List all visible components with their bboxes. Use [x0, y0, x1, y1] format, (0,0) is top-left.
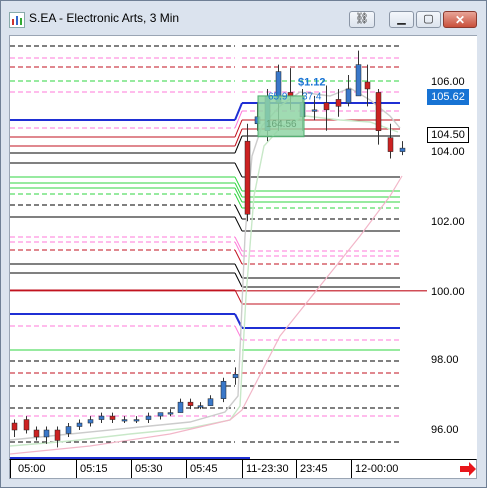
time-label: 11-23:30 — [246, 463, 289, 475]
link-button[interactable]: ⛓ — [349, 11, 375, 28]
candle-up — [399, 147, 406, 152]
candle-up — [121, 419, 128, 422]
candle-up — [220, 381, 227, 399]
candle-up — [98, 415, 105, 420]
candle-up — [76, 422, 83, 427]
candle-up — [355, 64, 362, 97]
time-separator — [10, 460, 11, 478]
candle-down — [287, 92, 294, 97]
candle-up — [345, 88, 352, 104]
candle-down — [375, 92, 382, 131]
price-level-connector — [234, 249, 243, 265]
close-icon: ✕ — [454, 12, 466, 27]
candle-up — [311, 109, 318, 112]
candle-down — [23, 419, 30, 431]
price-level-connector — [234, 289, 243, 305]
candle-up — [177, 401, 184, 413]
minimize-button[interactable]: ▁ — [389, 11, 414, 28]
candle-down — [364, 81, 371, 90]
time-axis[interactable]: 05:00 05:15 05:30 05:45 11-23:30 23:45 1… — [9, 459, 477, 479]
price-tick: 104.00 — [431, 146, 465, 158]
chart-window: S.EA - Electronic Arts, 3 Min ⛓ ▁ ▢ ✕ $1… — [0, 0, 487, 488]
time-label: 12-00:00 — [355, 463, 399, 475]
candlestick-chart: $1.12 65.9 37.4 164.56 — [10, 45, 427, 460]
price-tick: 98.00 — [431, 354, 459, 366]
candle-up — [167, 412, 174, 415]
price-tick: 102.00 — [431, 216, 465, 228]
time-label: 05:45 — [190, 463, 218, 475]
price-level-connector — [234, 102, 243, 121]
chart-app-icon — [9, 12, 25, 28]
candle-up — [133, 419, 140, 422]
current-price-label: 105.62 — [427, 89, 469, 105]
price-axis[interactable]: 106.00 104.00 102.00 100.00 98.00 96.00 … — [427, 35, 477, 461]
candle-down — [187, 401, 194, 406]
gain-label: $1.12 — [298, 76, 326, 88]
time-separator — [296, 460, 297, 478]
candle-up — [207, 398, 214, 406]
maximize-icon: ▢ — [423, 13, 434, 25]
last-price-label: 104.50 — [427, 127, 469, 143]
price-tick: 96.00 — [431, 424, 459, 436]
candle-down — [323, 102, 330, 111]
time-separator — [76, 460, 77, 478]
price-level-connector — [234, 162, 243, 178]
moving-average-lower — [10, 115, 399, 447]
time-label: 05:00 — [18, 463, 46, 475]
overlay-text: 37.4 — [302, 91, 322, 102]
candle-down — [335, 99, 342, 107]
price-tick: 100.00 — [431, 286, 465, 298]
close-button[interactable]: ✕ — [443, 11, 477, 28]
candle-up — [65, 426, 72, 434]
title-bar[interactable]: S.EA - Electronic Arts, 3 Min ⛓ ▁ ▢ ✕ — [1, 1, 486, 35]
price-level-connector — [234, 216, 243, 232]
minimize-icon: ▁ — [397, 13, 406, 25]
time-label: 05:30 — [135, 463, 163, 475]
candle-down — [33, 429, 40, 438]
candle-up — [145, 415, 152, 420]
time-separator — [186, 460, 187, 478]
price-tick: 106.00 — [431, 76, 465, 88]
candle-up — [157, 412, 164, 417]
time-separator — [242, 460, 243, 478]
time-separator — [131, 460, 132, 478]
time-separator — [351, 460, 352, 478]
candle-down — [244, 140, 251, 215]
candle-up — [43, 429, 50, 438]
time-label: 05:15 — [80, 463, 108, 475]
overlay-text: 164.56 — [266, 119, 297, 130]
price-chart-area[interactable]: $1.12 65.9 37.4 164.56 — [9, 35, 428, 461]
window-title: S.EA - Electronic Arts, 3 Min — [29, 11, 180, 25]
candle-down — [387, 137, 394, 152]
price-level-connector — [234, 119, 243, 138]
candle-up — [232, 374, 239, 379]
link-icon: ⛓ — [355, 13, 369, 25]
candle-up — [87, 419, 94, 424]
scroll-right-arrow-icon[interactable] — [459, 461, 477, 477]
maximize-button[interactable]: ▢ — [416, 11, 441, 28]
price-level-connector — [234, 204, 243, 220]
candle-up — [197, 405, 204, 408]
time-label: 23:45 — [300, 463, 328, 475]
overlay-text: 65.9 — [268, 91, 288, 102]
candle-down — [109, 415, 116, 420]
candle-down — [11, 422, 18, 431]
candle-down — [54, 429, 61, 441]
